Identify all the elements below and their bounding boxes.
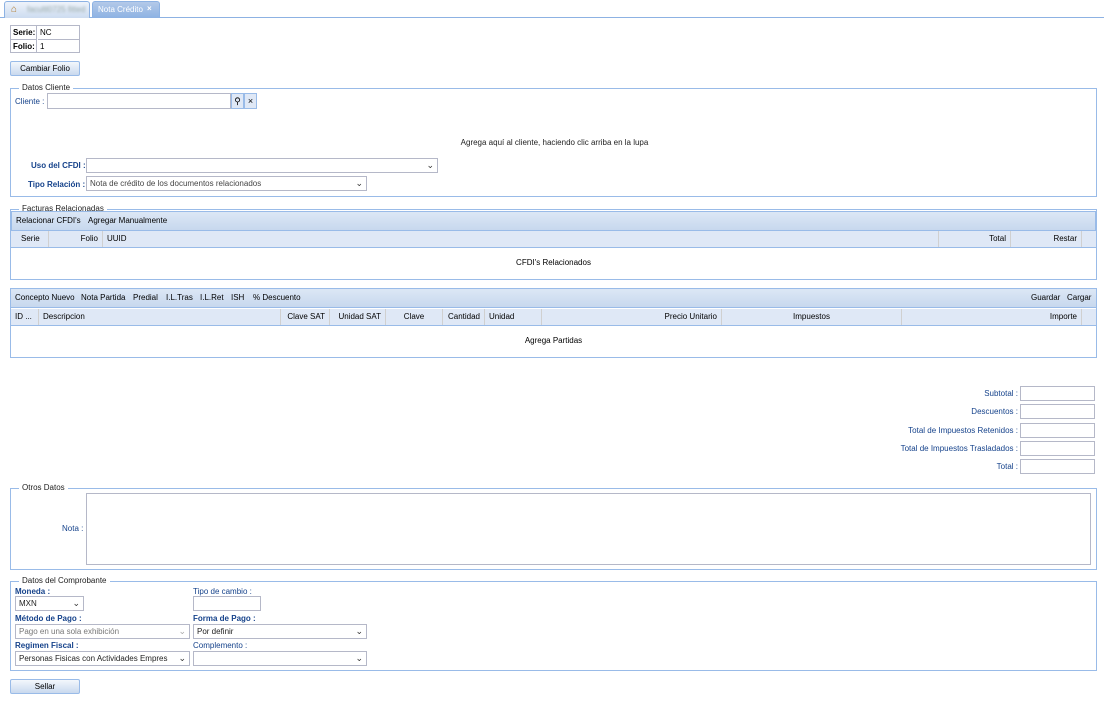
tipo-cambio-label: Tipo de cambio : [193, 587, 252, 596]
tab-nota-credito[interactable]: Nota Crédito × [92, 1, 160, 18]
moneda-label: Moneda : [15, 587, 51, 596]
folio-label: Folio: [11, 40, 37, 53]
col-serie[interactable]: Serie [11, 231, 49, 247]
complemento-label: Complemento : [193, 641, 248, 650]
tab-bar: ⌂ facultl0725 fitted Nota Crédito × [0, 0, 1104, 18]
chevron-down-icon: ⌄ [178, 626, 186, 636]
trasladados-field [1020, 441, 1095, 456]
retenidos-label: Total de Impuestos Retenidos : [908, 426, 1018, 435]
cambiar-folio-button[interactable]: Cambiar Folio [10, 61, 80, 76]
complemento-select[interactable]: ⌄ [193, 651, 367, 666]
chevron-down-icon: ⌄ [72, 598, 80, 608]
close-icon[interactable]: × [147, 4, 152, 13]
cargar-button[interactable]: Cargar [1067, 289, 1091, 307]
facturas-empty-text: CFDI's Relacionados [516, 258, 591, 267]
comprobante-legend: Datos del Comprobante [19, 576, 110, 585]
folio-value: 1 [40, 42, 45, 51]
sellar-button[interactable]: Sellar [10, 679, 80, 694]
retenidos-field [1020, 423, 1095, 438]
clear-icon[interactable]: × [244, 93, 257, 109]
cliente-hint: Agrega aquí al cliente, haciendo clic ar… [460, 138, 649, 147]
trasladados-label: Total de Impuestos Trasladados : [900, 444, 1018, 453]
home-icon: ⌂ [11, 4, 18, 15]
nota-label: Nota : [62, 524, 84, 533]
facturas-fieldset: Facturas Relacionadas Relacionar CFDI's … [10, 204, 1097, 280]
metodo-pago-label: Método de Pago : [15, 614, 82, 623]
nota-textarea[interactable] [86, 493, 1091, 565]
datos-cliente-legend: Datos Cliente [19, 83, 74, 92]
col-folio[interactable]: Folio [49, 231, 103, 247]
partidas-empty-text: Agrega Partidas [524, 336, 583, 345]
search-icon[interactable]: ⚲ [231, 93, 244, 109]
tab-nota-credito-label: Nota Crédito [98, 5, 143, 14]
col-clave-sat[interactable]: Clave SAT [281, 309, 330, 325]
total-field [1020, 459, 1095, 474]
col-restar[interactable]: Restar [1011, 231, 1082, 247]
otros-datos-fieldset: Otros Datos Nota : [10, 483, 1097, 570]
ish-button[interactable]: ISH [231, 289, 244, 307]
tipo-cambio-input[interactable] [193, 596, 261, 611]
forma-pago-value: Por definir [197, 627, 234, 636]
tab-home[interactable]: ⌂ facultl0725 fitted [4, 1, 90, 18]
datos-cliente-fieldset: Datos Cliente Cliente : ⚲ × Agrega aquí … [10, 83, 1097, 197]
comprobante-fieldset: Datos del Comprobante Moneda : MXN ⌄ Tip… [10, 576, 1097, 671]
metodo-pago-value: Pago en una sola exhibición [19, 627, 120, 636]
moneda-value: MXN [19, 599, 37, 608]
col-id[interactable]: ID ... [11, 309, 39, 325]
col-total[interactable]: Total [939, 231, 1011, 247]
chevron-down-icon: ⌄ [355, 178, 363, 188]
regimen-fiscal-select[interactable]: Personas Fisicas con Actividades Empres … [15, 651, 190, 666]
cliente-input[interactable] [47, 93, 231, 109]
concepto-nuevo-button[interactable]: Concepto Nuevo [15, 289, 75, 307]
chevron-down-icon: ⌄ [355, 626, 363, 636]
col-precio-unitario[interactable]: Precio Unitario [542, 309, 722, 325]
chevron-down-icon: ⌄ [178, 653, 186, 663]
col-unidad-sat[interactable]: Unidad SAT [330, 309, 386, 325]
tipo-relacion-select[interactable]: Nota de crédito de los documentos relaci… [86, 176, 367, 191]
forma-pago-select[interactable]: Por definir ⌄ [193, 624, 367, 639]
descuentos-label: Descuentos : [971, 407, 1018, 416]
partidas-grid-header: ID ... Descripcion Clave SAT Unidad SAT … [11, 309, 1096, 326]
facturas-grid-header: Serie Folio UUID Total Restar [11, 231, 1096, 248]
col-importe[interactable]: Importe [902, 309, 1082, 325]
col-unidad[interactable]: Unidad [485, 309, 542, 325]
facturas-toolbar: Relacionar CFDI's Agregar Manualmente [11, 211, 1096, 231]
col-clave[interactable]: Clave [386, 309, 443, 325]
col-uuid[interactable]: UUID [103, 231, 939, 247]
il-ret-button[interactable]: I.L.Ret [200, 289, 224, 307]
cliente-label: Cliente : [15, 97, 45, 106]
col-cantidad[interactable]: Cantidad [443, 309, 485, 325]
tipo-relacion-value: Nota de crédito de los documentos relaci… [90, 179, 262, 188]
agregar-manualmente-button[interactable]: Agregar Manualmente [88, 212, 167, 230]
forma-pago-label: Forma de Pago : [193, 614, 256, 623]
uso-cfdi-select[interactable]: ⌄ [86, 158, 438, 173]
il-tras-button[interactable]: I.L.Tras [166, 289, 193, 307]
folio-box: Serie: NC Folio: 1 [10, 25, 80, 53]
chevron-down-icon: ⌄ [355, 653, 363, 663]
col-impuestos[interactable]: Impuestos [722, 309, 902, 325]
chevron-down-icon: ⌄ [426, 160, 434, 170]
serie-label: Serie: [11, 26, 37, 40]
descuentos-field [1020, 404, 1095, 419]
nota-partida-button[interactable]: Nota Partida [81, 289, 125, 307]
subtotal-field [1020, 386, 1095, 401]
guardar-button[interactable]: Guardar [1031, 289, 1060, 307]
col-descripcion[interactable]: Descripcion [39, 309, 281, 325]
metodo-pago-select[interactable]: Pago en una sola exhibición ⌄ [15, 624, 190, 639]
partidas-toolbar: Concepto Nuevo Nota Partida Predial I.L.… [10, 288, 1097, 308]
relacionar-cfdis-button[interactable]: Relacionar CFDI's [16, 212, 81, 230]
descuento-button[interactable]: % Descuento [253, 289, 301, 307]
regimen-fiscal-value: Personas Fisicas con Actividades Empres [19, 654, 168, 663]
otros-datos-legend: Otros Datos [19, 483, 68, 492]
moneda-select[interactable]: MXN ⌄ [15, 596, 84, 611]
uso-cfdi-label: Uso del CFDI : [31, 161, 86, 170]
serie-value: NC [38, 26, 80, 40]
predial-button[interactable]: Predial [133, 289, 158, 307]
subtotal-label: Subtotal : [984, 389, 1018, 398]
tab-home-label: facultl0725 fitted [27, 5, 86, 14]
regimen-fiscal-label: Regimen Fiscal : [15, 641, 79, 650]
tipo-relacion-label: Tipo Relación : [28, 180, 86, 189]
partidas-panel: Concepto Nuevo Nota Partida Predial I.L.… [10, 288, 1097, 358]
total-label: Total : [996, 462, 1018, 471]
